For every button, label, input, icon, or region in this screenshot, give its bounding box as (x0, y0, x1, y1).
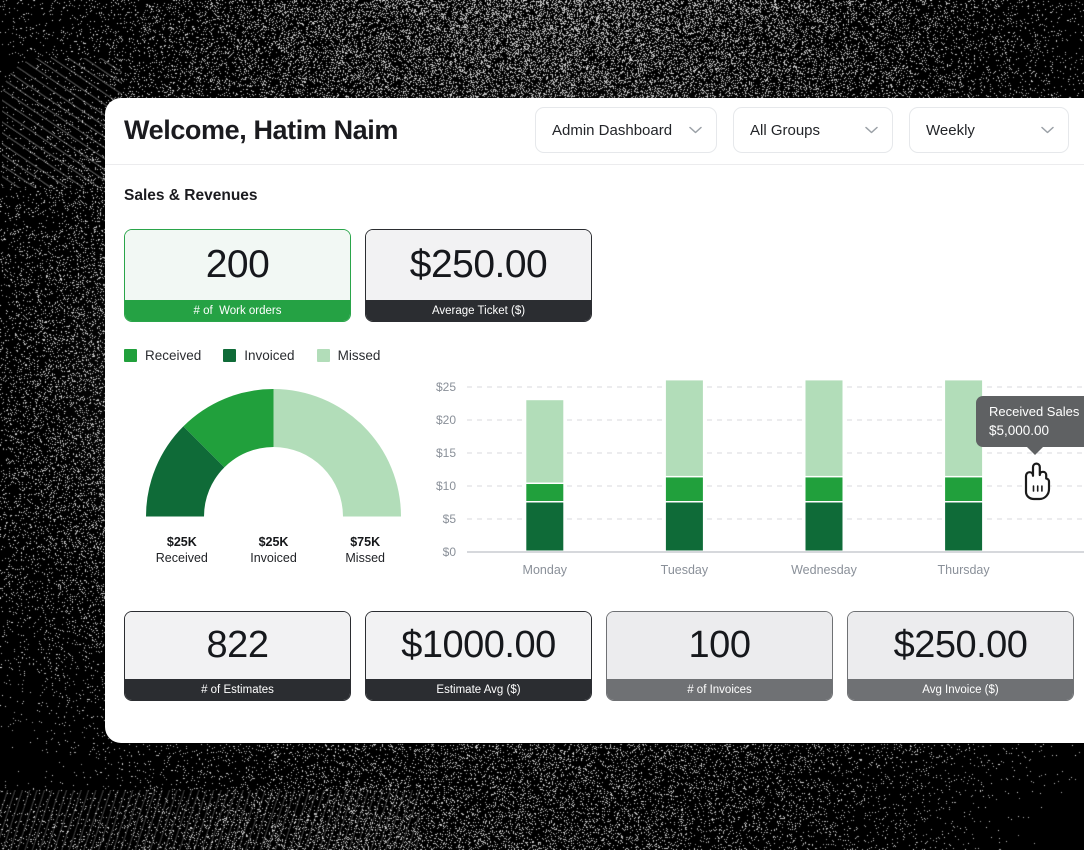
bar-segment[interactable] (666, 380, 703, 476)
bar-segment[interactable] (806, 503, 843, 551)
groups-select[interactable]: All Groups (733, 107, 893, 153)
gauge-arc-missed (274, 389, 402, 517)
y-axis-tick-label: $15 (436, 446, 456, 460)
dashboard-select-value: Admin Dashboard (552, 122, 679, 139)
background-glow-corner (2, 58, 122, 188)
legend-swatch-icon (124, 349, 137, 362)
bar-segment[interactable] (666, 477, 703, 501)
section-title: Sales & Revenues (124, 187, 1084, 205)
panel-header: Welcome, Hatim Naim Admin Dashboard All … (105, 98, 1084, 162)
kpi-value: $250.00 (366, 230, 591, 300)
gauge-value: $25K (228, 535, 320, 549)
screen-root: Welcome, Hatim Naim Admin Dashboard All … (0, 0, 1084, 850)
kpi-label: Average Ticket ($) (366, 300, 591, 321)
kpi-row-top: 200 # of Work orders $250.00 Average Tic… (124, 229, 1084, 322)
kpi-label: # of Estimates (125, 679, 350, 700)
kpi-value: 200 (125, 230, 350, 300)
bar-segment[interactable] (526, 484, 563, 501)
kpi-label: Estimate Avg ($) (366, 679, 591, 700)
x-axis-tick-label: Monday (523, 563, 568, 577)
background-glow-streaks (0, 790, 420, 850)
bar-segment[interactable] (945, 477, 982, 501)
bar-segment[interactable] (806, 380, 843, 476)
groups-select-value: All Groups (750, 122, 855, 139)
bar-segment[interactable] (945, 503, 982, 551)
gauge-name: Received (136, 551, 228, 565)
y-axis-tick-label: $0 (443, 545, 457, 559)
gauge-graphic (136, 379, 411, 529)
x-axis-tick-label: Tuesday (661, 563, 709, 577)
panel-body: Sales & Revenues 200 # of Work orders $2… (105, 165, 1084, 701)
kpi-card-estimate-avg[interactable]: $1000.00 Estimate Avg ($) (365, 611, 592, 701)
gauge-name: Missed (319, 551, 411, 565)
gauge-value: $75K (319, 535, 411, 549)
tooltip-title: Received Sales (989, 404, 1079, 419)
kpi-value: $250.00 (848, 612, 1073, 679)
kpi-card-average-ticket[interactable]: $250.00 Average Ticket ($) (365, 229, 592, 322)
header-filters: Admin Dashboard All Groups Weekly (535, 107, 1069, 153)
kpi-label: Avg Invoice ($) (848, 679, 1073, 700)
gauge-label-received: $25K Received (136, 535, 228, 565)
gauge-name: Invoiced (228, 551, 320, 565)
legend-item-invoiced[interactable]: Invoiced (223, 348, 294, 363)
kpi-row-bottom: 822 # of Estimates $1000.00 Estimate Avg… (124, 611, 1084, 701)
kpi-label: # of Work orders (125, 300, 350, 321)
gauge-labels: $25K Received $25K Invoiced $75K Missed (136, 535, 411, 565)
legend-label: Received (145, 348, 201, 363)
kpi-card-estimates[interactable]: 822 # of Estimates (124, 611, 351, 701)
y-axis-tick-label: $10 (436, 479, 456, 493)
chart-legend: Received Invoiced Missed (124, 348, 1084, 363)
kpi-card-work-orders[interactable]: 200 # of Work orders (124, 229, 351, 322)
period-select[interactable]: Weekly (909, 107, 1069, 153)
y-axis-tick-label: $5 (443, 512, 457, 526)
bar-segment[interactable] (526, 400, 563, 482)
period-select-value: Weekly (926, 122, 1031, 139)
bar-segment[interactable] (806, 477, 843, 501)
legend-swatch-icon (317, 349, 330, 362)
x-axis-tick-label: Thursday (938, 563, 991, 577)
kpi-card-avg-invoice[interactable]: $250.00 Avg Invoice ($) (847, 611, 1074, 701)
gauge-value: $25K (136, 535, 228, 549)
gauge-label-invoiced: $25K Invoiced (228, 535, 320, 565)
chevron-down-icon (689, 126, 702, 134)
kpi-value: $1000.00 (366, 612, 591, 679)
legend-item-missed[interactable]: Missed (317, 348, 381, 363)
gauge-chart: $25K Received $25K Invoiced $75K Missed (124, 379, 411, 584)
mouse-cursor-pointer-icon (1018, 462, 1052, 507)
charts-row: $25K Received $25K Invoiced $75K Missed (124, 379, 1084, 584)
page-title: Welcome, Hatim Naim (124, 115, 398, 146)
kpi-value: 822 (125, 612, 350, 679)
chevron-down-icon (1041, 126, 1054, 134)
gauge-label-missed: $75K Missed (319, 535, 411, 565)
y-axis-tick-label: $25 (436, 380, 456, 394)
legend-swatch-icon (223, 349, 236, 362)
gauge-svg (136, 379, 411, 529)
bar-segment[interactable] (666, 503, 703, 551)
legend-item-received[interactable]: Received (124, 348, 201, 363)
y-axis-tick-label: $20 (436, 413, 456, 427)
tooltip-arrow-icon (1026, 446, 1044, 455)
dashboard-panel: Welcome, Hatim Naim Admin Dashboard All … (105, 98, 1084, 743)
chart-tooltip: Received Sales $5,000.00 (976, 396, 1084, 447)
kpi-card-invoices[interactable]: 100 # of Invoices (606, 611, 833, 701)
chevron-down-icon (865, 126, 878, 134)
tooltip-value: $5,000.00 (989, 423, 1079, 438)
legend-label: Invoiced (244, 348, 294, 363)
legend-label: Missed (338, 348, 381, 363)
dashboard-select[interactable]: Admin Dashboard (535, 107, 717, 153)
kpi-value: 100 (607, 612, 832, 679)
x-axis-tick-label: Wednesday (791, 563, 858, 577)
kpi-label: # of Invoices (607, 679, 832, 700)
bar-segment[interactable] (526, 503, 563, 551)
